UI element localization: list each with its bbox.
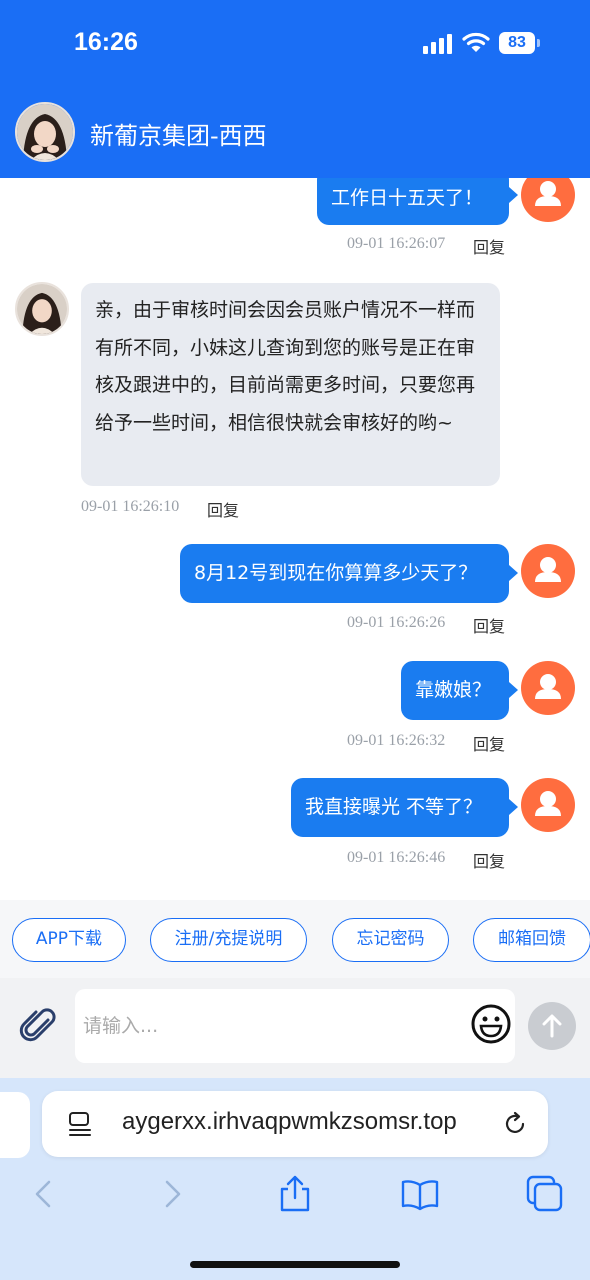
user-avatar bbox=[521, 178, 575, 222]
chat-header: 16:26 83 新葡京集团-西西 bbox=[0, 0, 590, 178]
bubble-tail bbox=[509, 565, 518, 581]
contact-avatar[interactable] bbox=[15, 102, 75, 162]
message-timestamp: 09-01 16:26:46 bbox=[347, 849, 446, 866]
reply-link[interactable]: 回复 bbox=[207, 497, 239, 521]
bubble-tail bbox=[509, 187, 518, 203]
arrow-up-icon bbox=[542, 1014, 562, 1038]
reply-link[interactable]: 回复 bbox=[473, 731, 505, 755]
message-timestamp: 09-01 16:26:32 bbox=[347, 732, 446, 749]
back-icon[interactable] bbox=[24, 1174, 64, 1214]
page-menu-icon[interactable] bbox=[67, 1111, 93, 1137]
bookmarks-icon[interactable] bbox=[400, 1174, 440, 1214]
forward-icon[interactable] bbox=[152, 1174, 192, 1214]
previous-tab-card[interactable] bbox=[0, 1092, 30, 1158]
user-avatar bbox=[521, 661, 575, 715]
message-list[interactable]: 工作日十五天了！ 09-01 16:26:07 回复 亲，由于审核时间会因会员账… bbox=[0, 178, 590, 900]
message-input[interactable] bbox=[75, 989, 515, 1063]
message-timestamp: 09-01 16:26:10 bbox=[81, 498, 180, 515]
reply-link[interactable]: 回复 bbox=[473, 613, 505, 637]
battery-tip bbox=[537, 39, 540, 47]
quick-reply-forgot-password[interactable]: 忘记密码 bbox=[332, 918, 449, 962]
send-button[interactable] bbox=[528, 1002, 576, 1050]
battery-indicator: 83 bbox=[499, 32, 540, 54]
bubble-tail bbox=[509, 682, 518, 698]
bubble-tail bbox=[509, 799, 518, 815]
tabs-icon[interactable] bbox=[525, 1174, 565, 1214]
user-avatar bbox=[521, 778, 575, 832]
url-text: aygerxx.irhvaqpwmkzsomsr.top bbox=[122, 1108, 457, 1135]
message-bubble[interactable]: 8月12号到现在你算算多少天了？ bbox=[180, 544, 509, 603]
paperclip-icon[interactable] bbox=[18, 1006, 58, 1046]
quick-reply-bar: APP下载 注册/充提说明 忘记密码 邮箱回馈 bbox=[0, 900, 590, 978]
emoji-icon[interactable] bbox=[470, 1003, 512, 1045]
quick-reply-email-feedback[interactable]: 邮箱回馈 bbox=[473, 918, 590, 962]
battery-level: 83 bbox=[499, 32, 535, 54]
cellular-signal-icon bbox=[423, 34, 452, 54]
message-bubble[interactable]: 我直接曝光 不等了？ bbox=[291, 778, 509, 837]
address-bar[interactable]: aygerxx.irhvaqpwmkzsomsr.top bbox=[42, 1091, 548, 1157]
message-bubble[interactable]: 亲，由于审核时间会因会员账户情况不一样而有所不同，小妹这儿查询到您的账号是正在审… bbox=[81, 283, 500, 486]
message-bubble[interactable]: 靠嫩娘？ bbox=[401, 661, 509, 720]
message-timestamp: 09-01 16:26:07 bbox=[347, 235, 446, 252]
message-timestamp: 09-01 16:26:26 bbox=[347, 614, 446, 631]
quick-reply-app-download[interactable]: APP下载 bbox=[12, 918, 126, 962]
reply-link[interactable]: 回复 bbox=[473, 234, 505, 258]
status-time: 16:26 bbox=[74, 28, 138, 56]
quick-reply-register-guide[interactable]: 注册/充提说明 bbox=[150, 918, 307, 962]
reload-icon[interactable] bbox=[502, 1111, 528, 1137]
home-indicator bbox=[190, 1261, 400, 1268]
reply-link[interactable]: 回复 bbox=[473, 848, 505, 872]
contact-name: 新葡京集团-西西 bbox=[90, 122, 267, 150]
message-bubble[interactable]: 工作日十五天了！ bbox=[317, 178, 509, 225]
user-avatar bbox=[521, 544, 575, 598]
wifi-icon bbox=[462, 32, 490, 52]
browser-toolbar: aygerxx.irhvaqpwmkzsomsr.top bbox=[0, 1078, 590, 1280]
share-icon[interactable] bbox=[275, 1174, 315, 1214]
composer bbox=[0, 978, 590, 1078]
agent-avatar bbox=[15, 282, 69, 336]
